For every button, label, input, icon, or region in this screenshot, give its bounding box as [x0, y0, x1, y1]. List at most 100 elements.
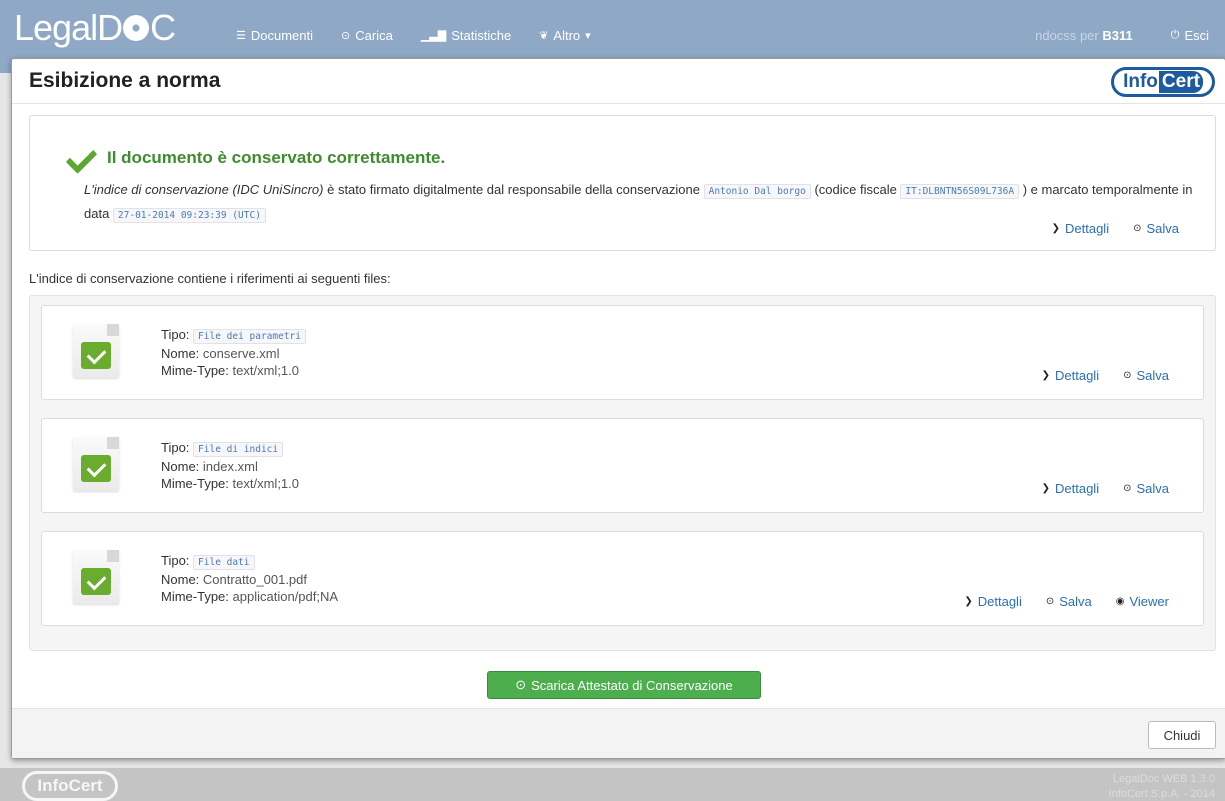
save-label: Salva	[1146, 221, 1179, 236]
files-intro: L'indice di conservazione contiene i rif…	[29, 271, 391, 286]
nav-item-altro[interactable]: ❦ Altro ▾	[539, 28, 590, 43]
caret-down-icon: ▾	[585, 30, 591, 42]
idc-label: L'indice di conservazione (IDC UniSincro…	[84, 182, 324, 197]
user-info: ndocss per B311	[1035, 28, 1133, 43]
nav-label: Statistiche	[451, 28, 512, 43]
file-mime: application/pdf;NA	[232, 589, 339, 604]
logo-text-end: C	[150, 7, 176, 48]
download-icon: ⊙	[1123, 370, 1132, 381]
download-icon: ⊙	[1045, 596, 1055, 607]
file-details-link[interactable]: ❯ Dettagli	[964, 594, 1021, 609]
mime-label: Mime-Type:	[161, 589, 229, 604]
details-label: Dettagli	[977, 594, 1022, 609]
file-details-link[interactable]: ❯ Dettagli	[1042, 368, 1099, 383]
save-label: Salva	[1136, 481, 1169, 496]
timestamp-code: 27-01-2014 09:23:39 (UTC)	[112, 208, 266, 223]
modal-footer: Chiudi	[12, 708, 1225, 758]
type-label: Tipo:	[161, 440, 190, 455]
nav-item-documenti[interactable]: ☰ Documenti	[236, 28, 313, 43]
mime-label: Mime-Type:	[161, 363, 229, 378]
logout-link[interactable]: ⏻ Esci	[1171, 28, 1209, 43]
file-mime: text/xml;1.0	[232, 476, 299, 491]
file-item: Tipo: File dati Nome: Contratto_001.pdf …	[41, 531, 1204, 626]
list-icon: ☰	[236, 30, 246, 42]
brand-part-a: Info	[1123, 71, 1158, 92]
status-save-link[interactable]: ⊙ Salva	[1133, 221, 1179, 236]
file-info: Tipo: File di indici Nome: index.xml Mim…	[161, 439, 299, 492]
file-item: Tipo: File dei parametri Nome: conserve.…	[41, 305, 1204, 400]
footer-infocert-logo: InfoCert	[22, 771, 118, 801]
file-details-link[interactable]: ❯ Dettagli	[1042, 481, 1099, 496]
power-icon: ⏻	[1170, 29, 1180, 41]
nav-item-carica[interactable]: ⊙ Carica	[341, 28, 393, 43]
file-info: Tipo: File dati Nome: Contratto_001.pdf …	[161, 552, 338, 605]
file-mime: text/xml;1.0	[232, 363, 299, 378]
status-description: L'indice di conservazione (IDC UniSincro…	[84, 179, 1194, 227]
user-per: per	[1079, 28, 1099, 43]
upload-icon: ⊙	[341, 30, 351, 42]
leaf-icon: ❦	[539, 30, 549, 42]
download-icon: ⊙	[1123, 483, 1132, 494]
download-button-label: Scarica Attestato di Conservazione	[531, 677, 733, 693]
fiscal-code: IT:DLBNTN56S09L736A	[900, 184, 1020, 199]
nav-label: Carica	[355, 28, 393, 43]
status-heading: Il documento è conservato correttamente.	[107, 148, 446, 167]
legaldoc-logo[interactable]: LegalD C	[14, 6, 176, 50]
name-label: Nome:	[161, 572, 200, 587]
name-label: Nome:	[161, 346, 200, 361]
file-name: conserve.xml	[202, 346, 280, 361]
file-save-link[interactable]: ⊙ Salva	[1046, 594, 1092, 609]
footer-meta: LegalDoc WEB 1.3.0 InfoCert S.p.A. - 201…	[1109, 772, 1215, 801]
chevron-down-icon: ❯	[964, 596, 973, 607]
nav-item-statistiche[interactable]: ▁▃▇ Statistiche	[421, 28, 511, 43]
check-icon	[65, 146, 97, 170]
chevron-down-icon: ❯	[1041, 483, 1050, 494]
download-icon: ⊙	[515, 677, 527, 692]
save-label: Salva	[1136, 368, 1169, 383]
user-name: ndocss	[1035, 28, 1077, 43]
status-text-part: (codice fiscale	[810, 182, 901, 197]
viewer-label: Viewer	[1129, 594, 1169, 609]
page-footer: InfoCert LegalDoc WEB 1.3.0 InfoCert S.p…	[0, 768, 1225, 801]
file-info: Tipo: File dei parametri Nome: conserve.…	[161, 326, 306, 379]
file-save-link[interactable]: ⊙ Salva	[1123, 368, 1169, 383]
save-label: Salva	[1059, 594, 1092, 609]
file-actions: ❯ Dettagli ⊙ Salva	[1042, 368, 1169, 383]
type-label: Tipo:	[161, 327, 190, 342]
main-nav: ☰ Documenti ⊙ Carica ▁▃▇ Statistiche ❦ A…	[236, 28, 591, 43]
status-title: Il documento è conservato correttamente.	[65, 146, 445, 170]
mime-label: Mime-Type:	[161, 476, 229, 491]
responsible-code: Antonio Dal borgo	[703, 184, 811, 199]
file-check-icon	[68, 437, 124, 491]
details-label: Dettagli	[1055, 481, 1100, 496]
modal-title: Esibizione a norma	[29, 69, 221, 92]
file-viewer-link[interactable]: ◉ Viewer	[1116, 594, 1169, 609]
close-button[interactable]: Chiudi	[1148, 721, 1216, 749]
app-version: LegalDoc WEB 1.3.0	[1112, 773, 1215, 785]
disc-icon	[123, 15, 150, 41]
download-certificate-button[interactable]: ⊙ Scarica Attestato di Conservazione	[487, 671, 761, 699]
file-type: File di indici	[193, 442, 284, 457]
type-label: Tipo:	[161, 553, 190, 568]
file-check-icon	[68, 550, 124, 604]
nav-label: Documenti	[250, 28, 314, 43]
logo-text: LegalD	[14, 7, 123, 48]
file-save-link[interactable]: ⊙ Salva	[1123, 481, 1169, 496]
infocert-logo: Info Cert	[1111, 67, 1215, 97]
status-text-part: è stato firmato digitalmente dal respons…	[323, 182, 704, 197]
chevron-down-icon: ❯	[1041, 370, 1050, 381]
exhibition-modal: Esibizione a norma Info Cert Il documento…	[11, 58, 1225, 759]
file-check-icon	[68, 324, 124, 378]
company-name: InfoCert S.p.A. - 2014	[1108, 788, 1215, 800]
details-label: Dettagli	[1065, 221, 1110, 236]
brand-part-b: Cert	[1158, 71, 1203, 93]
file-actions: ❯ Dettagli ⊙ Salva ◉ Viewer	[964, 594, 1169, 609]
logout-label: Esci	[1184, 28, 1209, 43]
file-item: Tipo: File di indici Nome: index.xml Mim…	[41, 418, 1204, 513]
modal-header: Esibizione a norma Info Cert	[12, 59, 1225, 104]
bar-chart-icon: ▁▃▇	[420, 30, 447, 42]
status-panel: Il documento è conservato correttamente.…	[29, 115, 1216, 251]
status-details-link[interactable]: ❯ Dettagli	[1052, 221, 1109, 236]
chevron-down-icon: ❯	[1051, 223, 1060, 234]
file-actions: ❯ Dettagli ⊙ Salva	[1042, 481, 1169, 496]
